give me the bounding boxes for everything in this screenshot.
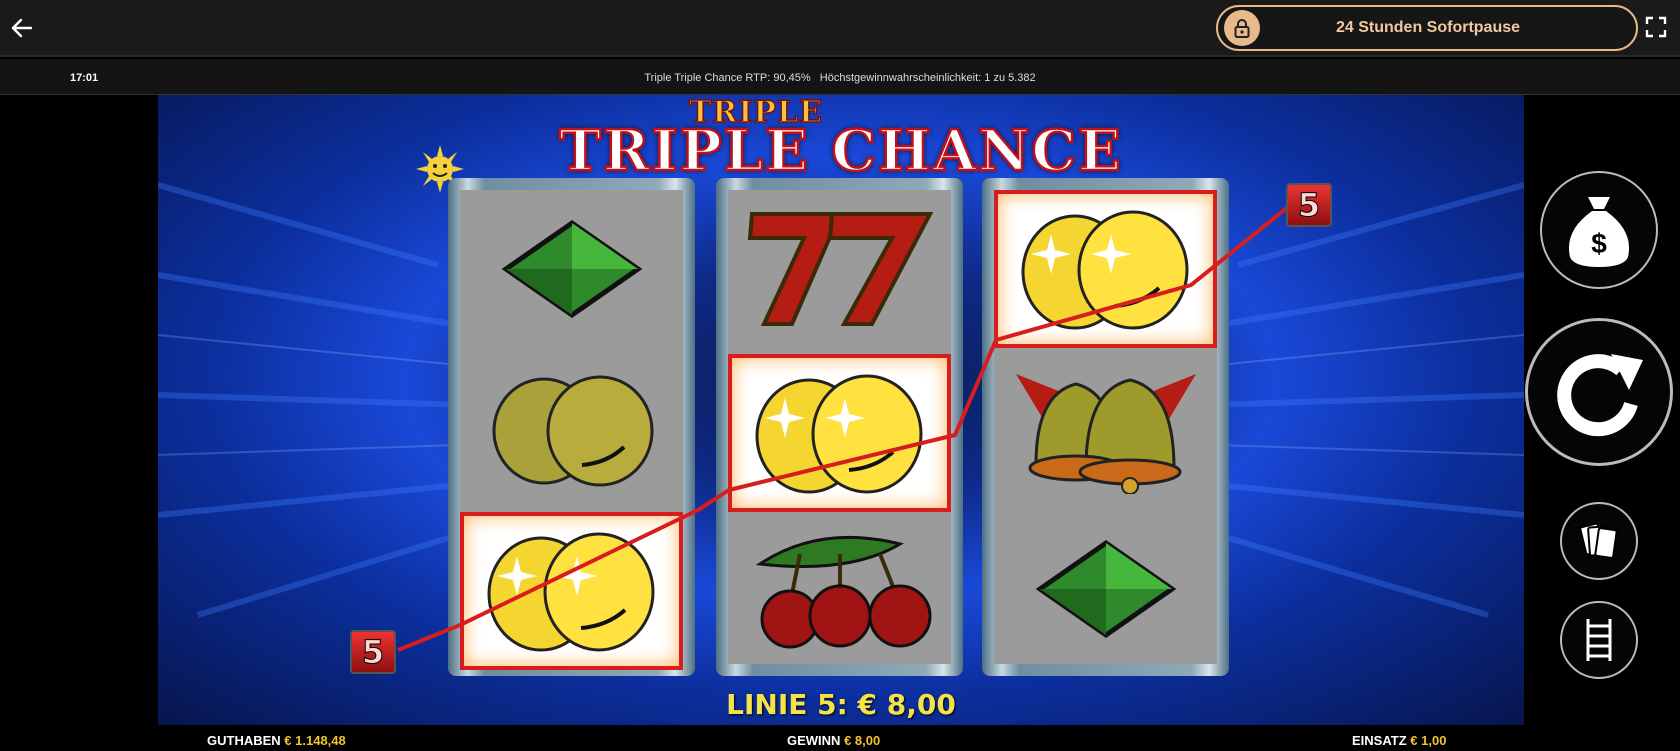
bet-value: € 1,00: [1410, 733, 1447, 748]
win-label: GEWINN: [787, 733, 841, 748]
rtp-info: Triple Triple Chance RTP: 90,45% Höchstg…: [644, 72, 1036, 84]
cards-icon: [1579, 522, 1618, 559]
line-number-right: 5: [1286, 183, 1332, 227]
lock-icon: [1224, 10, 1260, 46]
ladder-button[interactable]: [1560, 601, 1638, 679]
bet-amount: EINSATZ € 1,00: [1352, 733, 1446, 748]
game-area[interactable]: TRIPLE TRIPLE CHANCE 5 5 LINIE 5: € 8,00: [158, 95, 1524, 725]
sofortpause-button[interactable]: 24 Stunden Sofortpause: [1216, 5, 1638, 51]
fullscreen-button[interactable]: [1645, 16, 1671, 42]
spin-arrow-icon: [1557, 354, 1643, 437]
svg-text:$: $: [1591, 228, 1607, 259]
spin-button[interactable]: [1525, 318, 1673, 466]
ladder-icon: [1586, 619, 1612, 661]
fullscreen-icon: [1645, 16, 1667, 38]
win-value: € 8,00: [844, 733, 881, 748]
info-bar: 17:01 Triple Triple Chance RTP: 90,45% H…: [0, 59, 1680, 95]
money-bag-icon: $: [1568, 197, 1630, 267]
bottom-bar: GUTHABEN € 1.148,48 GEWINN € 8,00 EINSAT…: [0, 726, 1680, 751]
sofortpause-label: 24 Stunden Sofortpause: [1335, 19, 1521, 36]
arrow-left-icon: [11, 18, 33, 38]
back-button[interactable]: [8, 14, 36, 42]
balance: GUTHABEN € 1.148,48: [207, 733, 346, 748]
cashout-button[interactable]: $: [1540, 171, 1658, 289]
top-bar: 24 Stunden Sofortpause: [0, 0, 1680, 57]
win-amount: GEWINN € 8,00: [787, 733, 880, 748]
line-number-left: 5: [350, 630, 396, 674]
line-win-text: LINIE 5: € 8,00: [726, 688, 956, 721]
balance-label: GUTHABEN: [207, 733, 281, 748]
gamble-cards-button[interactable]: [1560, 502, 1638, 580]
bet-label: EINSATZ: [1352, 733, 1407, 748]
balance-value: € 1.148,48: [284, 733, 346, 748]
